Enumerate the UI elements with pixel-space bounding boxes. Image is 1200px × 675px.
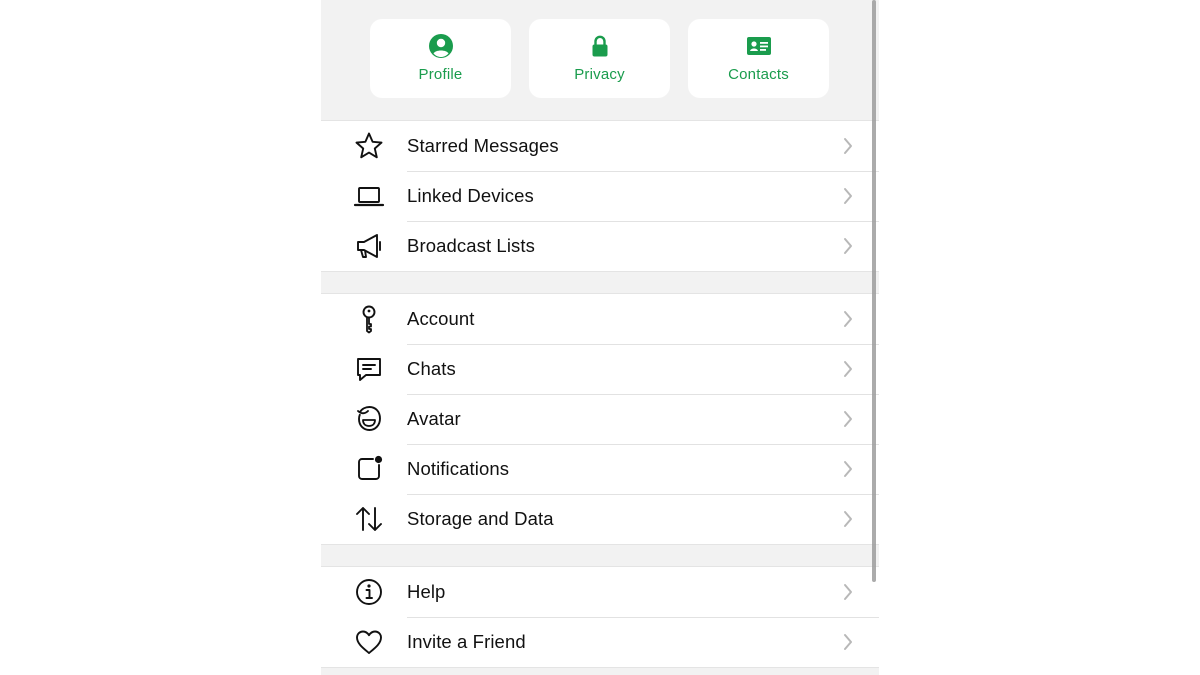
notification-badge-icon [345,451,393,487]
row-label: Help [407,581,446,602]
menu-group-2: Account Chats Avatar Notifications Stora… [321,293,879,545]
chevron-right-icon [844,511,852,527]
lock-icon [592,35,607,57]
chevron-right-icon [844,634,852,650]
scrollbar[interactable] [872,0,876,582]
privacy-button[interactable]: Privacy [529,19,670,98]
row-label: Starred Messages [407,135,559,156]
heart-icon [345,624,393,660]
profile-button[interactable]: Profile [370,19,511,98]
contact-card-icon [746,37,771,55]
row-label: Account [407,308,475,329]
key-icon [345,301,393,337]
starred-messages-row[interactable]: Starred Messages [321,121,879,171]
up-down-arrows-icon [345,501,393,537]
settings-screen: Profile Privacy Contacts Starred Message… [321,0,879,675]
profile-label: Profile [418,66,463,83]
chevron-right-icon [844,411,852,427]
star-icon [345,128,393,164]
chevron-right-icon [844,361,852,377]
profile-icon [428,34,453,58]
avatar-row[interactable]: Avatar [321,394,879,444]
chevron-right-icon [844,461,852,477]
menu-group-3: Help Invite a Friend [321,566,879,668]
row-label: Avatar [407,408,461,429]
account-row[interactable]: Account [321,294,879,344]
chevron-right-icon [844,138,852,154]
contacts-label: Contacts [728,66,789,83]
row-label: Notifications [407,458,510,479]
row-label: Storage and Data [407,508,554,529]
quick-actions: Profile Privacy Contacts [370,19,829,98]
help-row[interactable]: Help [321,567,879,617]
invite-a-friend-row[interactable]: Invite a Friend [321,617,879,667]
chevron-right-icon [844,311,852,327]
chats-row[interactable]: Chats [321,344,879,394]
contacts-button[interactable]: Contacts [688,19,829,98]
row-label: Linked Devices [407,185,534,206]
chevron-right-icon [844,188,852,204]
notifications-row[interactable]: Notifications [321,444,879,494]
row-label: Chats [407,358,456,379]
row-label: Invite a Friend [407,631,526,652]
avatar-icon [345,401,393,437]
linked-devices-row[interactable]: Linked Devices [321,171,879,221]
row-label: Broadcast Lists [407,235,535,256]
storage-and-data-row[interactable]: Storage and Data [321,494,879,544]
laptop-icon [345,178,393,214]
info-icon [345,574,393,610]
chat-bubble-icon [345,351,393,387]
menu-group-1: Starred Messages Linked Devices Broadcas… [321,120,879,272]
chevron-right-icon [844,584,852,600]
privacy-label: Privacy [574,66,625,83]
broadcast-lists-row[interactable]: Broadcast Lists [321,221,879,271]
megaphone-icon [345,228,393,264]
chevron-right-icon [844,238,852,254]
